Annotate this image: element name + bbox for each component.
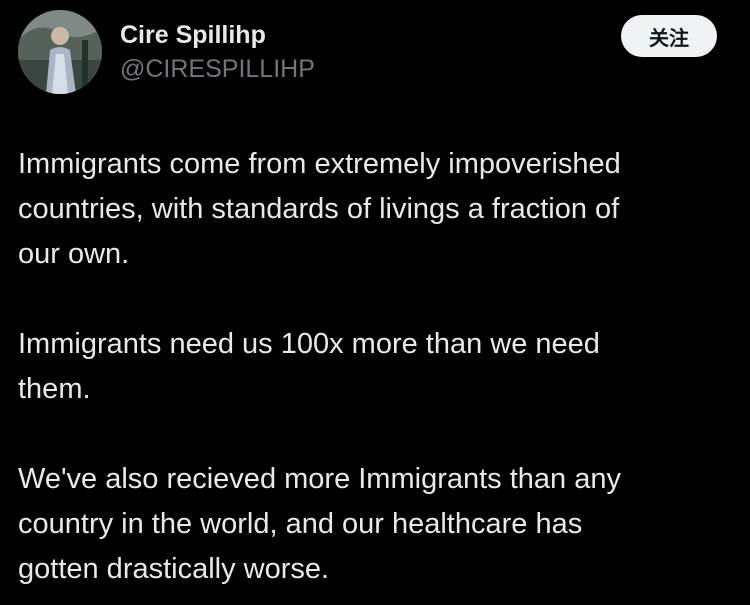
follow-button[interactable]: 关注 xyxy=(621,15,717,57)
author-display-name[interactable]: Cire Spillihp xyxy=(120,20,266,50)
post-paragraph: Immigrants come from extremely impoveris… xyxy=(18,148,621,270)
post-paragraph: Immigrants need us 100x more than we nee… xyxy=(18,328,600,405)
avatar-image xyxy=(18,10,102,94)
post-text: Immigrants come from extremely impoveris… xyxy=(18,142,733,592)
avatar[interactable] xyxy=(18,10,102,94)
author-handle[interactable]: @CIRESPILLIHP xyxy=(120,54,315,84)
tweet: Cire Spillihp @CIRESPILLIHP 关注 Immigrant… xyxy=(0,0,750,605)
post-paragraph: We've also recieved more Immigrants than… xyxy=(18,463,621,585)
